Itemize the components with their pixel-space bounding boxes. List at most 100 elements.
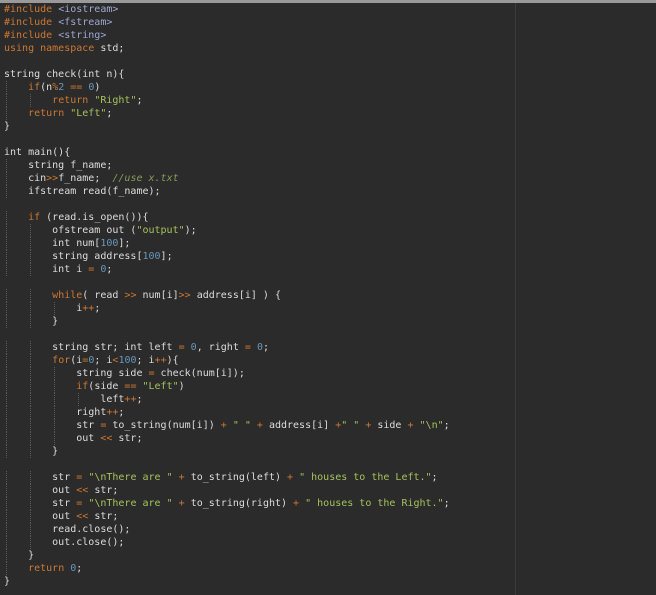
code-area[interactable]: #include <iostream> #include <fstream> #in…	[4, 3, 450, 588]
code-token: std;	[94, 43, 125, 54]
code-line[interactable]: left++;	[4, 393, 450, 406]
code-line[interactable]: int main(){	[4, 146, 450, 159]
code-token: ( read	[82, 290, 125, 301]
code-token: ;	[118, 407, 125, 418]
code-line[interactable]: out << str;	[4, 510, 450, 523]
indent-guide	[6, 159, 7, 172]
code-line[interactable]	[4, 55, 450, 68]
indent-guide	[30, 354, 32, 367]
code-line[interactable]: string side = check(num[i]);	[4, 367, 450, 380]
code-line[interactable]: int i = 0;	[4, 263, 450, 276]
indent-guide	[30, 497, 32, 510]
code-token: string f_name;	[4, 160, 113, 171]
code-line[interactable]: str = to_string(num[i]) + " " + address[…	[4, 419, 450, 432]
code-token: 100	[100, 238, 119, 249]
code-editor[interactable]: #include <iostream> #include <fstream> #in…	[0, 0, 656, 595]
code-line[interactable]: string f_name;	[4, 159, 450, 172]
indent-guide	[6, 94, 7, 107]
code-token: int i	[4, 264, 89, 275]
indent-guide	[6, 445, 7, 458]
code-line[interactable]: }	[4, 315, 450, 328]
indent-guide	[6, 211, 7, 224]
code-line[interactable]: #include <iostream>	[4, 3, 450, 16]
code-line[interactable]: out.close();	[4, 536, 450, 549]
code-line[interactable]: read.close();	[4, 523, 450, 536]
code-line[interactable]	[4, 458, 450, 471]
indent-guide	[6, 354, 7, 367]
code-token: }	[4, 121, 11, 132]
indent-guide	[30, 484, 32, 497]
code-token: right	[4, 407, 107, 418]
right-margin-guide	[515, 3, 516, 595]
code-line[interactable]: string address[100];	[4, 250, 450, 263]
code-line[interactable]: cin>>f_name; //use x.txt	[4, 172, 450, 185]
code-token: <<	[100, 433, 113, 444]
code-line[interactable]: out << str;	[4, 484, 450, 497]
code-line[interactable]	[4, 198, 450, 211]
code-line[interactable]: using namespace std;	[4, 42, 450, 55]
code-line[interactable]	[4, 328, 450, 341]
code-token: >>	[46, 173, 59, 184]
code-token: string address[	[4, 251, 143, 262]
code-line[interactable]: str = "\nThere are " + to_string(right) …	[4, 497, 450, 510]
indent-guide	[6, 380, 7, 393]
code-line[interactable]: ofstream out ("output");	[4, 224, 450, 237]
code-line[interactable]: ifstream read(f_name);	[4, 185, 450, 198]
code-token: i	[4, 303, 83, 314]
code-token: ; i	[136, 355, 155, 366]
code-token: " "	[232, 420, 251, 431]
indent-guide	[54, 367, 56, 380]
code-token: out	[4, 485, 77, 496]
code-line[interactable]	[4, 133, 450, 146]
code-line[interactable]: return "Right";	[4, 94, 450, 107]
code-token: //use x.txt	[112, 173, 179, 184]
code-line[interactable]: }	[4, 445, 450, 458]
code-token: }	[4, 576, 11, 587]
code-token: ofstream out (	[4, 225, 137, 236]
code-token: address[i]	[262, 420, 336, 431]
code-line[interactable]: return "Left";	[4, 107, 450, 120]
indent-guide	[30, 393, 32, 406]
code-line[interactable]: string str; int left = 0, right = 0;	[4, 341, 450, 354]
code-token: address[i] ) {	[190, 290, 281, 301]
code-line[interactable]: right++;	[4, 406, 450, 419]
code-token: <<	[76, 485, 89, 496]
indent-guide	[30, 341, 32, 354]
code-token: )	[94, 82, 101, 93]
indent-guide	[6, 237, 7, 250]
code-line[interactable]: }	[4, 549, 450, 562]
code-line[interactable]: return 0;	[4, 562, 450, 575]
code-token: 100	[118, 355, 137, 366]
code-token: , right	[196, 342, 245, 353]
code-line[interactable]: int num[100];	[4, 237, 450, 250]
code-token: ++	[106, 407, 119, 418]
code-line[interactable]: out << str;	[4, 432, 450, 445]
code-token: ++	[82, 303, 95, 314]
code-line[interactable]	[4, 276, 450, 289]
indent-guide	[6, 263, 7, 276]
indent-guide	[30, 536, 32, 549]
code-line[interactable]: }	[4, 575, 450, 588]
code-token: str	[4, 498, 77, 509]
code-line[interactable]: if (read.is_open()){	[4, 211, 450, 224]
indent-guide	[6, 536, 7, 549]
code-line[interactable]: str = "\nThere are " + to_string(left) +…	[4, 471, 450, 484]
indent-guide	[30, 419, 32, 432]
code-token: " "	[341, 420, 360, 431]
code-token: ;	[106, 108, 113, 119]
code-token: str	[4, 420, 101, 431]
code-line[interactable]: }	[4, 120, 450, 133]
code-line[interactable]: #include <string>	[4, 29, 450, 42]
code-line[interactable]: if(side == "Left")	[4, 380, 450, 393]
code-line[interactable]: while( read >> num[i]>> address[i] ) {	[4, 289, 450, 302]
code-token: ;	[106, 264, 113, 275]
code-token: left	[4, 394, 125, 405]
code-line[interactable]: #include <fstream>	[4, 16, 450, 29]
code-line[interactable]: for(i=0; i<100; i++){	[4, 354, 450, 367]
code-token: if	[28, 212, 41, 223]
code-line[interactable]: i++;	[4, 302, 450, 315]
code-line[interactable]: if(n%2 == 0)	[4, 81, 450, 94]
code-token: 100	[142, 251, 161, 262]
code-line[interactable]: string check(int n){	[4, 68, 450, 81]
